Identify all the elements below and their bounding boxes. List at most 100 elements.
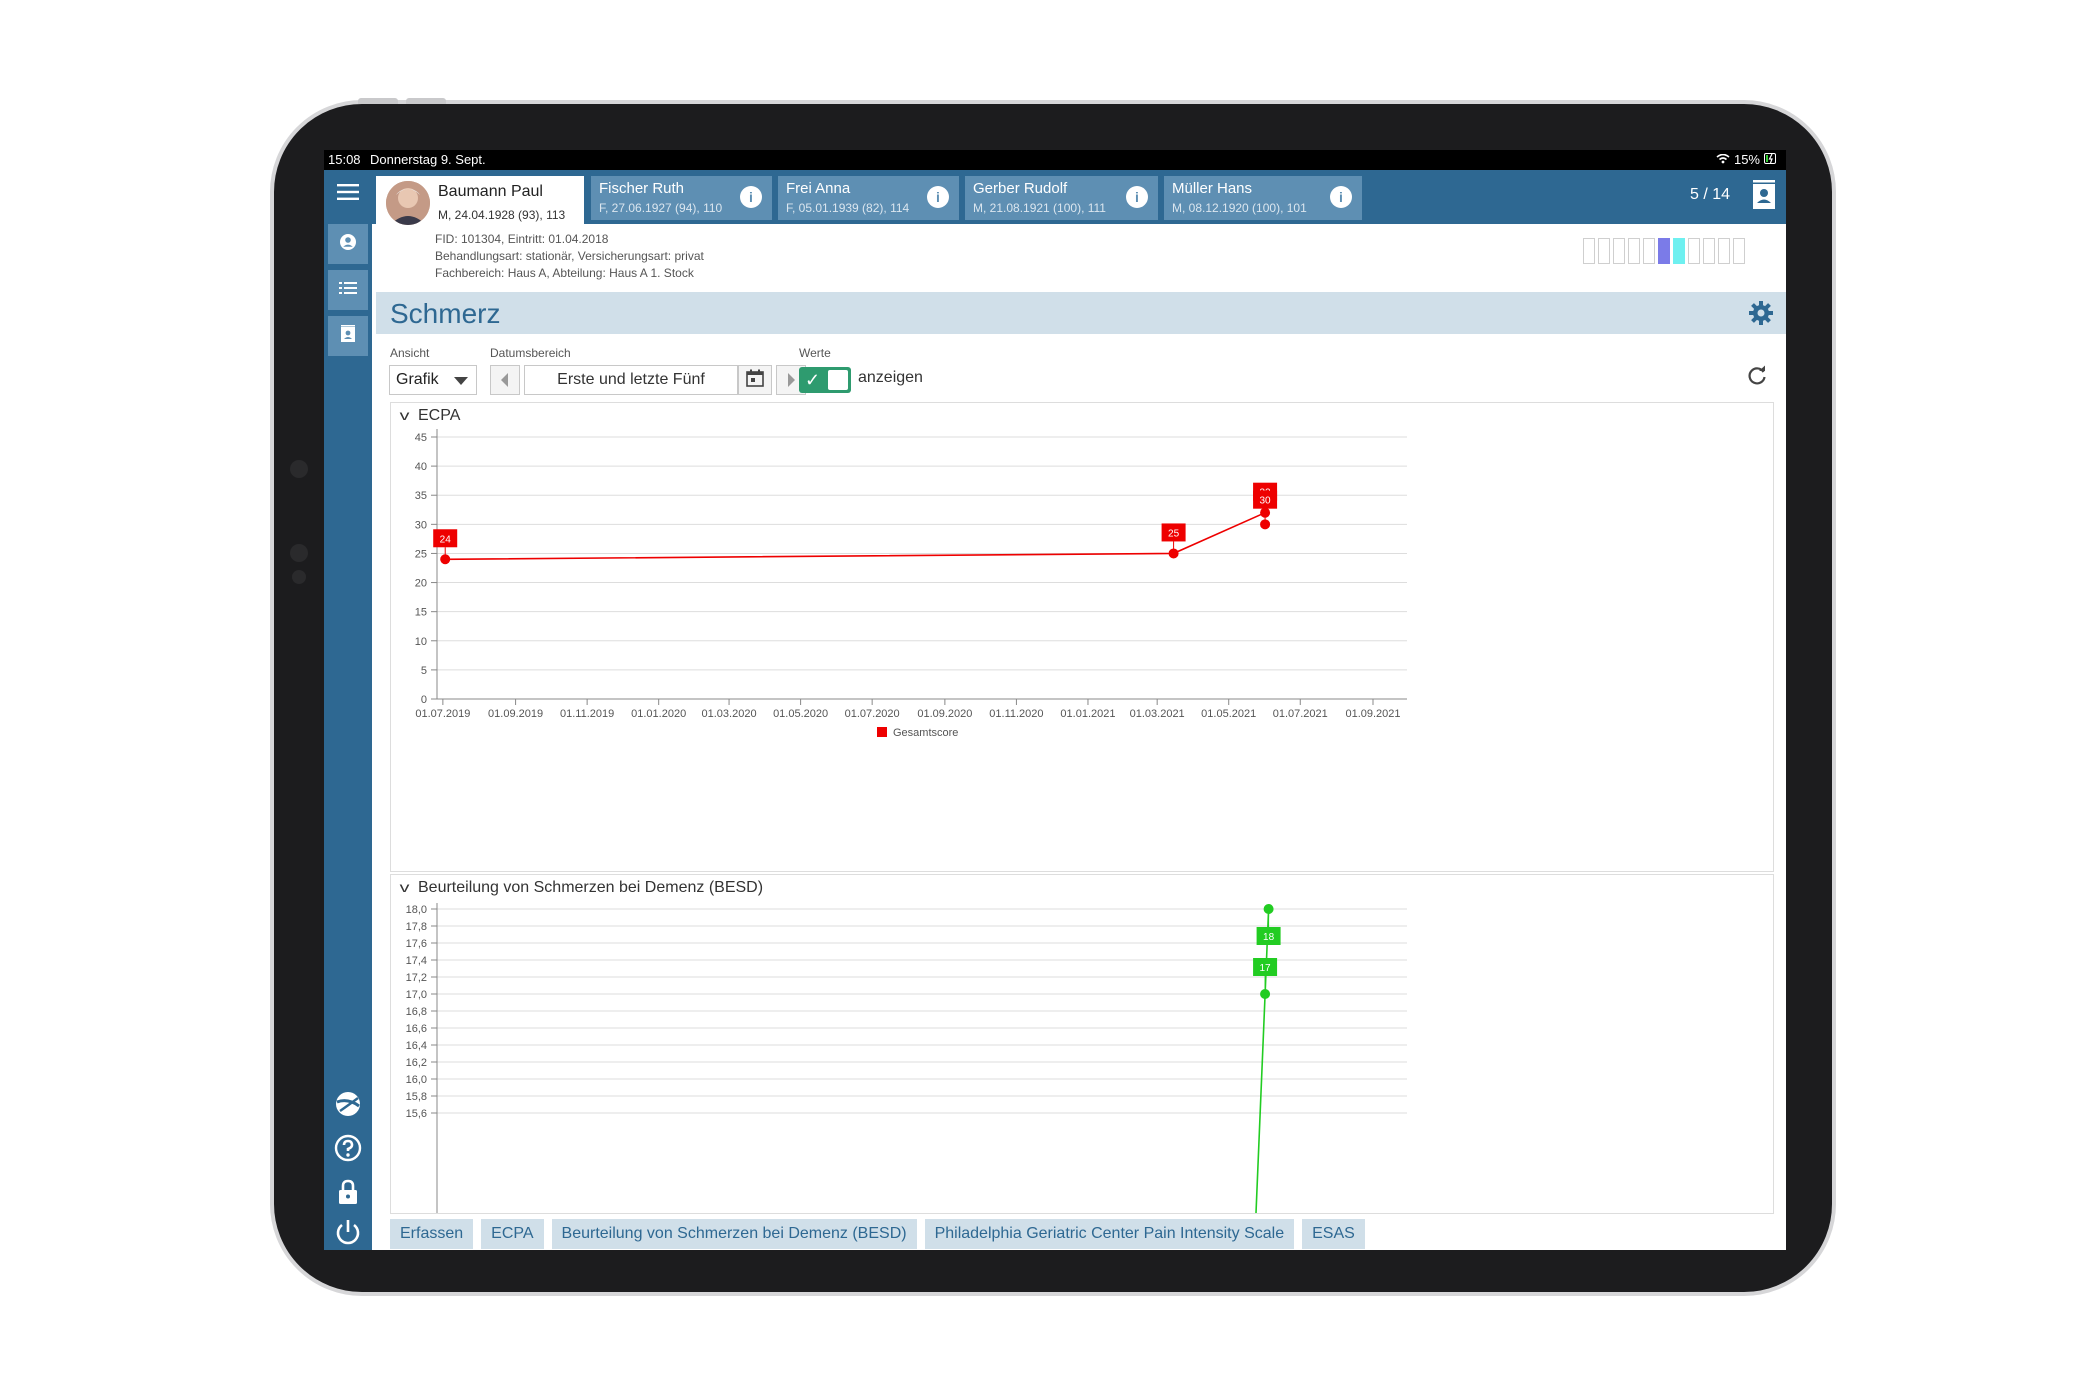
x-tick-label: 01.09.2020 — [917, 708, 972, 720]
x-tick-label: 01.11.2019 — [560, 708, 614, 720]
status-right: 15% — [1716, 150, 1778, 170]
ecpa-series-line — [445, 511, 1266, 561]
x-tick-label: 01.07.2020 — [845, 708, 900, 720]
calendar-icon — [746, 369, 764, 392]
lock-button[interactable] — [324, 1172, 372, 1216]
chevron-left-icon — [491, 373, 519, 398]
info-icon[interactable]: i — [1330, 186, 1352, 208]
menu-button[interactable] — [324, 172, 372, 216]
y-tick-label: 16,4 — [406, 1040, 427, 1052]
segment — [1583, 238, 1595, 264]
refresh-icon — [1746, 365, 1768, 391]
info-icon[interactable]: i — [927, 186, 949, 208]
camera-dot — [290, 544, 308, 562]
tab-philadelphia[interactable]: Philadelphia Geriatric Center Pain Inten… — [924, 1219, 1295, 1249]
wifi-icon — [1716, 150, 1730, 170]
segment — [1613, 238, 1625, 264]
patient-tab[interactable]: Gerber Rudolf M, 21.08.1921 (100), 111 i — [965, 176, 1158, 220]
patient-pager: 5 / 14 — [1689, 186, 1730, 203]
power-icon — [334, 1218, 362, 1251]
help-icon — [334, 1134, 362, 1167]
patient-name: Baumann Paul — [438, 183, 543, 200]
gear-icon — [1748, 301, 1774, 330]
segment — [1598, 238, 1610, 264]
check-icon: ✓ — [805, 370, 821, 390]
patient-avatar — [386, 181, 430, 225]
page-title: Schmerz — [390, 298, 501, 329]
info-icon[interactable]: i — [1126, 186, 1148, 208]
tab-esas[interactable]: ESAS — [1302, 1219, 1365, 1249]
x-tick-label: 01.05.2020 — [773, 708, 828, 720]
contacts-button[interactable] — [324, 314, 372, 358]
refresh-button[interactable] — [1746, 365, 1768, 392]
patient-meta: M, 24.04.1928 (93), 113 — [438, 208, 566, 222]
tab-ecpa[interactable]: ECPA — [481, 1219, 544, 1249]
y-tick-label: 35 — [415, 490, 427, 502]
settings-button[interactable] — [1748, 300, 1774, 331]
x-tick-label: 01.01.2021 — [1060, 708, 1115, 720]
patient-name: Frei Anna — [786, 180, 851, 197]
tab-erfassen[interactable]: Erfassen — [390, 1219, 474, 1249]
hamburger-icon — [337, 183, 359, 206]
y-tick-label: 17,4 — [406, 955, 427, 967]
besd-chart: 15,6 15,8 16,0 16,2 16,4 16,6 16,8 17,0 17,2 17,4… — [406, 903, 1407, 1213]
x-tick-label: 01.07.2021 — [1273, 708, 1328, 720]
besd-data-label: 17 — [1260, 963, 1272, 974]
y-tick-label: 20 — [415, 578, 427, 590]
values-label: Werte — [799, 346, 831, 360]
contact-card-icon — [340, 324, 356, 348]
legend-label: Gesamtscore — [893, 727, 958, 739]
y-tick-label: 18,0 — [406, 904, 427, 916]
info-icon[interactable]: i — [740, 186, 762, 208]
previous-button[interactable] — [490, 365, 520, 395]
person-circle-icon — [339, 233, 357, 256]
patient-tab-active[interactable]: Baumann Paul M, 24.04.1928 (93), 113 — [376, 176, 584, 225]
y-tick-label: 16,8 — [406, 1006, 427, 1018]
y-tick-label: 15,6 — [406, 1108, 427, 1120]
y-tick-label: 17,0 — [406, 989, 427, 1001]
list-button-box — [328, 270, 368, 310]
besd-chart-panel: v Beurteilung von Schmerzen bei Demenz (B… — [390, 874, 1774, 1214]
y-tick-label: 16,2 — [406, 1057, 427, 1069]
brand-logo-icon — [334, 1090, 362, 1123]
tab-besd[interactable]: Beurteilung von Schmerzen bei Demenz (BE… — [551, 1219, 917, 1249]
segment — [1733, 238, 1745, 264]
segment — [1688, 238, 1700, 264]
status-time: 15:08 — [328, 152, 361, 167]
patient-tab[interactable]: Fischer Ruth F, 27.06.1927 (94), 110 i — [591, 176, 772, 220]
x-tick-label: 01.11.2020 — [989, 708, 1043, 720]
list-button[interactable] — [324, 268, 372, 312]
date-range-label: Datumsbereich — [490, 346, 571, 360]
view-dropdown[interactable]: Grafik — [389, 365, 477, 395]
ecpa-data-point — [440, 554, 451, 565]
patient-meta: M, 21.08.1921 (100), 111 — [973, 201, 1106, 215]
patient-tab[interactable]: Müller Hans M, 08.12.1920 (100), 101 i — [1164, 176, 1362, 220]
y-tick-label: 10 — [415, 636, 427, 648]
segment — [1718, 238, 1730, 264]
help-button[interactable] — [324, 1128, 372, 1172]
battery-percent: 15% — [1733, 152, 1760, 167]
date-range-field[interactable]: Erste und letzte Fünf — [524, 365, 738, 395]
battery-icon — [1764, 150, 1778, 170]
legend-swatch — [877, 727, 887, 737]
values-toggle[interactable]: ✓ — [799, 367, 851, 393]
besd-series-line — [1255, 908, 1270, 1213]
bottom-tabs: Erfassen ECPA Beurteilung von Schmerzen … — [390, 1219, 1365, 1249]
patient-list-button[interactable] — [1752, 180, 1776, 215]
power-button[interactable] — [324, 1212, 372, 1250]
view-dropdown-value: Grafik — [396, 371, 439, 388]
calendar-button[interactable] — [738, 365, 772, 395]
patient-tab[interactable]: Frei Anna F, 05.01.1939 (82), 114 i — [778, 176, 959, 220]
y-tick-label: 25 — [415, 548, 427, 560]
y-tick-label: 16,6 — [406, 1023, 427, 1035]
ecpa-data-label: 30 — [1260, 496, 1272, 507]
y-tick-label: 15,8 — [406, 1091, 427, 1103]
logo-button[interactable] — [324, 1084, 372, 1128]
patient-button[interactable] — [324, 222, 372, 266]
volume-button — [358, 98, 398, 104]
patient-name: Fischer Ruth — [599, 180, 685, 197]
patient-header: Baumann Paul M, 24.04.1928 (93), 113 Fis… — [372, 170, 1786, 225]
segment — [1628, 238, 1640, 264]
x-tick-label: 01.09.2021 — [1345, 708, 1400, 720]
camera-dot — [292, 570, 306, 584]
